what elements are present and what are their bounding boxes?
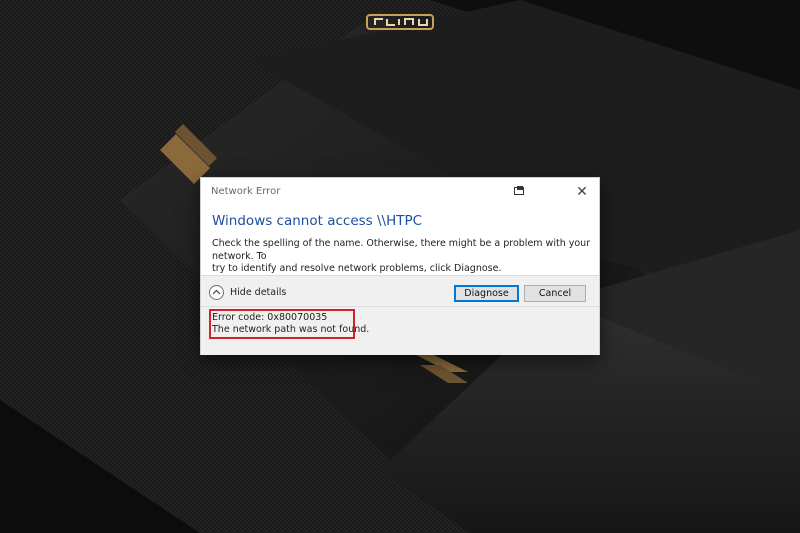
logo-icon <box>366 14 434 30</box>
message-line-2: try to identify and resolve network prob… <box>212 263 502 274</box>
hide-details-label: Hide details <box>230 286 287 298</box>
diagnose-button[interactable]: Diagnose <box>454 285 519 302</box>
error-message: The network path was not found. <box>212 324 370 335</box>
message-line-1: Check the spelling of the name. Otherwis… <box>212 238 591 262</box>
window-title: Network Error <box>211 186 281 197</box>
chevron-up-icon <box>209 284 224 300</box>
dialog-heading: Windows cannot access \\HTPC <box>212 213 423 229</box>
hide-details-toggle[interactable]: Hide details <box>209 283 286 301</box>
close-button[interactable]: ✕ <box>569 181 595 203</box>
close-icon: ✕ <box>576 184 588 200</box>
dialog-message: Check the spelling of the name. Otherwis… <box>212 238 592 276</box>
title-bar[interactable]: Network Error ✕ <box>201 178 599 206</box>
error-code: Error code: 0x80070035 <box>212 312 328 323</box>
cancel-button[interactable]: Cancel <box>524 285 586 302</box>
site-logo <box>330 8 470 36</box>
details-panel: Hide details Diagnose Cancel Error code:… <box>201 275 599 355</box>
snip-icon[interactable] <box>513 185 525 197</box>
details-divider <box>201 306 599 307</box>
network-error-dialog: Network Error ✕ Windows cannot access \\… <box>201 178 599 355</box>
